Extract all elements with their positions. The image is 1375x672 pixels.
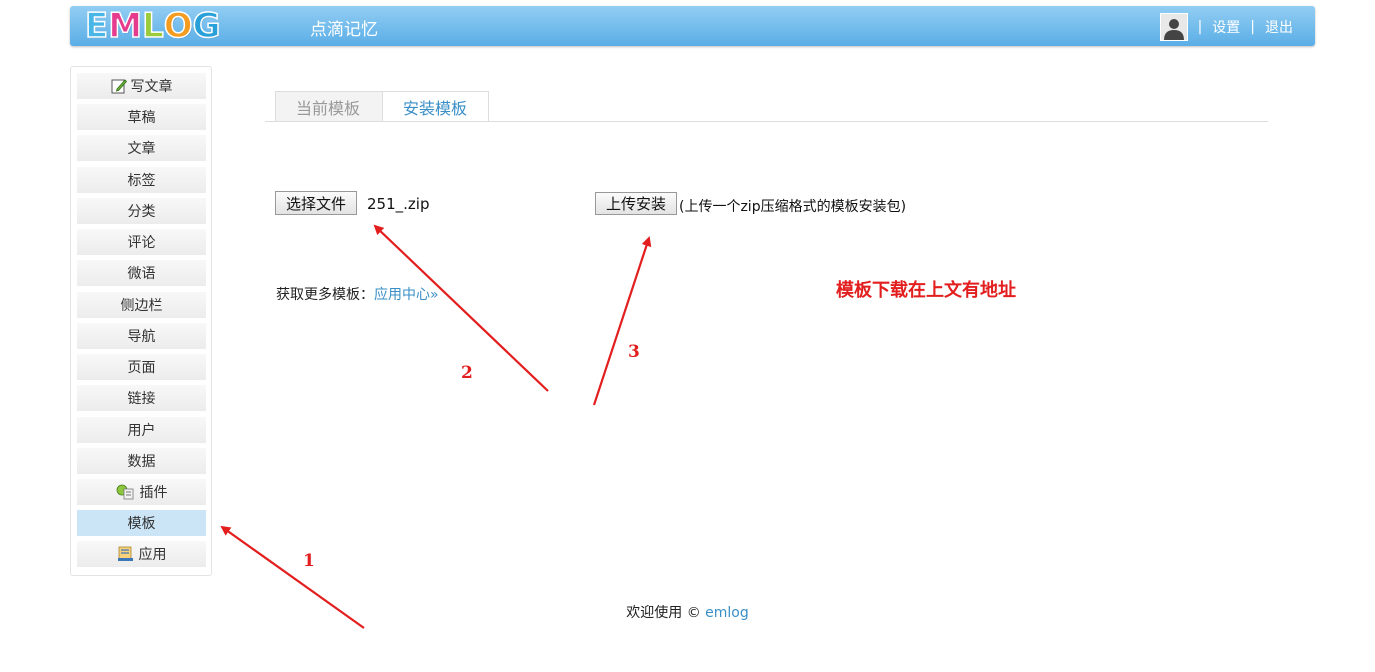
logo-letter-g: G xyxy=(192,6,221,46)
sidebar-item-navigation[interactable]: 导航 xyxy=(77,323,206,349)
sidebar-item-tags[interactable]: 标签 xyxy=(77,167,206,193)
tab-install-template[interactable]: 安装模板 xyxy=(382,91,489,122)
user-avatar-icon xyxy=(1163,19,1184,40)
logo-letter-l: L xyxy=(141,6,164,46)
sidebar-item-plugins[interactable]: 插件 xyxy=(77,479,206,505)
plugin-icon xyxy=(116,484,136,500)
tab-current-template[interactable]: 当前模板 xyxy=(275,91,383,121)
sidebar-item-categories[interactable]: 分类 xyxy=(77,198,206,224)
sidebar-item-label: 页面 xyxy=(127,360,156,376)
page: E M L O G 点滴记忆 | 设置 | 退出 写文章 草稿 文章 标签 分类… xyxy=(0,0,1375,672)
logo-letter-m: M xyxy=(107,6,143,46)
sidebar-item-links[interactable]: 链接 xyxy=(77,385,206,411)
sidebar-item-posts[interactable]: 文章 xyxy=(77,135,206,161)
sidebar-item-pages[interactable]: 页面 xyxy=(77,354,206,380)
upload-install-button[interactable]: 上传安装 xyxy=(595,192,678,215)
sidebar-item-templates[interactable]: 模板 xyxy=(77,510,206,536)
header-divider: | xyxy=(1250,19,1255,35)
header-divider: | xyxy=(1197,19,1203,35)
header-bar: E M L O G 点滴记忆 | 设置 | 退出 xyxy=(70,6,1315,46)
sidebar-item-write[interactable]: 写文章 xyxy=(77,73,206,99)
sidebar-item-twitter[interactable]: 微语 xyxy=(77,260,206,286)
sidebar-item-label: 链接 xyxy=(127,391,156,407)
sidebar-item-widgets[interactable]: 侧边栏 xyxy=(77,292,206,318)
sidebar-item-label: 分类 xyxy=(127,204,156,220)
header-user-area: | 设置 | 退出 xyxy=(1159,13,1293,41)
sidebar-item-label: 微语 xyxy=(127,266,156,282)
sidebar-item-label: 文章 xyxy=(127,141,156,157)
avatar[interactable] xyxy=(1159,13,1188,41)
sidebar-item-drafts[interactable]: 草稿 xyxy=(77,104,206,130)
sidebar-item-label: 模板 xyxy=(127,516,156,532)
sidebar-item-label: 写文章 xyxy=(130,79,173,95)
pencil-icon xyxy=(111,78,127,94)
selected-file-name: 251_.zip xyxy=(367,195,430,213)
annotation-note: 模板下载在上文有地址 xyxy=(836,280,1016,301)
site-title[interactable]: 点滴记忆 xyxy=(310,15,378,40)
emlog-logo[interactable]: E M L O G xyxy=(84,6,221,46)
logo-letter-o: O xyxy=(163,6,193,46)
footer-text: 欢迎使用 © xyxy=(626,605,706,621)
sidebar-item-label: 标签 xyxy=(127,173,156,189)
more-templates-label: 获取更多模板： xyxy=(276,287,374,303)
logo-letter-e: E xyxy=(84,6,109,46)
footer: 欢迎使用 © emlog xyxy=(0,602,1375,622)
settings-link[interactable]: 设置 xyxy=(1212,17,1240,37)
sidebar-item-apps[interactable]: 应用 xyxy=(77,541,206,567)
sidebar-item-label: 数据 xyxy=(127,454,156,470)
tabs-divider xyxy=(265,121,1268,122)
sidebar-item-label: 用户 xyxy=(127,423,156,439)
choose-file-button[interactable]: 选择文件 xyxy=(275,191,358,215)
app-icon xyxy=(117,546,135,562)
logout-link[interactable]: 退出 xyxy=(1265,17,1293,37)
annotation-number-3: 3 xyxy=(628,342,640,362)
sidebar-item-label: 插件 xyxy=(139,485,168,501)
sidebar-item-label: 评论 xyxy=(127,235,156,251)
more-templates: 获取更多模板：应用中心» xyxy=(276,284,439,304)
sidebar-item-label: 草稿 xyxy=(127,110,156,126)
sidebar-item-comments[interactable]: 评论 xyxy=(77,229,206,255)
arrow-3 xyxy=(592,236,652,406)
annotation-number-2: 2 xyxy=(461,363,473,383)
sidebar-item-users[interactable]: 用户 xyxy=(77,417,206,443)
sidebar-item-label: 导航 xyxy=(127,329,156,345)
sidebar: 写文章 草稿 文章 标签 分类 评论 微语 侧边栏 导航 页面 链接 用户 数据… xyxy=(70,66,212,576)
upload-hint: (上传一个zip压缩格式的模板安装包) xyxy=(679,199,907,215)
footer-emlog-link[interactable]: emlog xyxy=(705,605,749,621)
sidebar-item-label: 应用 xyxy=(138,547,167,563)
sidebar-item-label: 侧边栏 xyxy=(120,298,163,314)
app-center-link[interactable]: 应用中心» xyxy=(374,287,439,303)
sidebar-item-data[interactable]: 数据 xyxy=(77,448,206,474)
annotation-number-1: 1 xyxy=(303,551,315,571)
